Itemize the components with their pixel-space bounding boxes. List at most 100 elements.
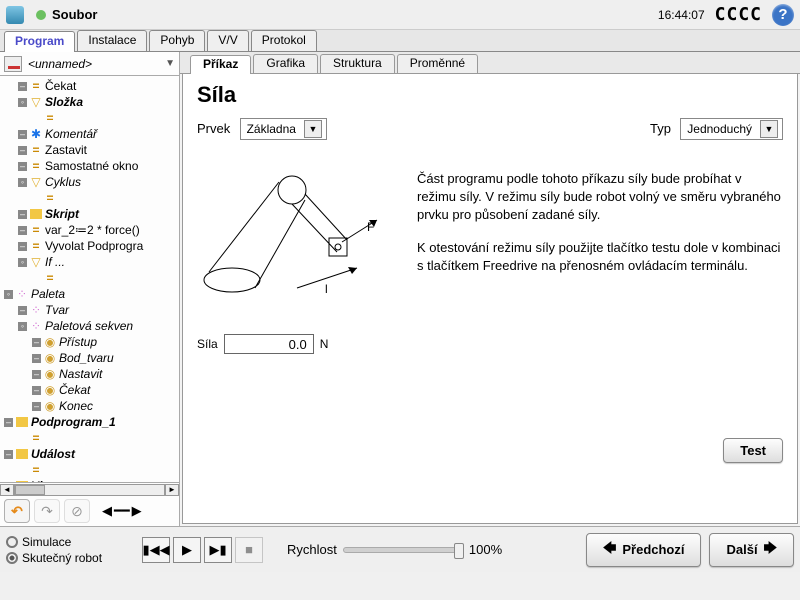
toggle-icon[interactable]: –	[18, 82, 27, 91]
scroll-left-icon[interactable]: ◄	[0, 484, 14, 496]
tree-node[interactable]: –Událost	[0, 446, 179, 462]
subtab-structure[interactable]: Struktura	[320, 54, 395, 73]
tree-node[interactable]: –=var_2≔2 * force()	[0, 222, 179, 238]
tab-protokol[interactable]: Protokol	[251, 30, 317, 51]
toggle-icon[interactable]: ◦	[4, 290, 13, 299]
tree-node[interactable]: ◦▽If ...	[0, 254, 179, 270]
force-input[interactable]	[224, 334, 314, 354]
tree-node[interactable]: –Podprogram_1	[0, 414, 179, 430]
toggle-icon[interactable]	[32, 274, 41, 283]
tab-instalace[interactable]: Instalace	[77, 30, 147, 51]
tree-node[interactable]: ◦▽Složka	[0, 94, 179, 110]
help-icon[interactable]: ?	[772, 4, 794, 26]
tree-node[interactable]: =	[0, 190, 179, 206]
tree-node[interactable]: –=Vyvolat Podprogra	[0, 238, 179, 254]
move-widget[interactable]: ◀ ━━ ▶	[102, 503, 142, 519]
scroll-right-icon[interactable]: ►	[165, 484, 179, 496]
radio-icon	[6, 552, 18, 564]
toggle-icon[interactable]: –	[18, 146, 27, 155]
feature-dropdown[interactable]: Základna ▼	[240, 118, 327, 140]
toggle-icon[interactable]: ◦	[18, 98, 27, 107]
slider-knob[interactable]	[454, 543, 464, 559]
speed-label: Rychlost	[287, 542, 337, 557]
tree-label: Čekat	[59, 383, 90, 397]
command-panel: Síla Prvek Základna ▼ Typ Jednoduchý ▼	[182, 74, 798, 524]
subtab-graphics[interactable]: Grafika	[253, 54, 318, 73]
toggle-icon[interactable]: –	[32, 370, 41, 379]
speed-slider[interactable]	[343, 547, 463, 553]
delete-button[interactable]: ⊘	[64, 499, 90, 523]
tab-io[interactable]: V/V	[207, 30, 248, 51]
next-button[interactable]: Další 🡆	[709, 533, 794, 567]
tree-node[interactable]: =	[0, 462, 179, 478]
tree-node[interactable]: =	[0, 110, 179, 126]
tree-label: Paletová sekven	[45, 319, 133, 333]
status-dot-icon	[36, 10, 46, 20]
toggle-icon[interactable]: –	[18, 226, 27, 235]
toggle-icon[interactable]: –	[4, 482, 13, 483]
scroll-thumb[interactable]	[15, 485, 45, 495]
tree-node[interactable]: –=Čekat	[0, 78, 179, 94]
tree-node[interactable]: –⁘Tvar	[0, 302, 179, 318]
scroll-track[interactable]	[14, 484, 165, 496]
type-dropdown[interactable]: Jednoduchý ▼	[680, 118, 783, 140]
subtab-variables[interactable]: Proměnné	[397, 54, 478, 73]
tree-node[interactable]: –◉Přístup	[0, 334, 179, 350]
tree-hscroll[interactable]: ◄ ►	[0, 482, 179, 496]
tree-node[interactable]: –◉Bod_tvaru	[0, 350, 179, 366]
tree-node[interactable]: –=Samostatné okno	[0, 158, 179, 174]
toggle-icon[interactable]	[32, 114, 41, 123]
toggle-icon[interactable]: –	[18, 130, 27, 139]
toggle-icon[interactable]: –	[18, 242, 27, 251]
toggle-icon[interactable]: ◦	[18, 322, 27, 331]
toggle-icon[interactable]: ◦	[18, 178, 27, 187]
toggle-icon[interactable]	[18, 466, 27, 475]
tree-node[interactable]: ◦⁘Paleta	[0, 286, 179, 302]
toggle-icon[interactable]	[18, 434, 27, 443]
prev-button[interactable]: 🡄 Předchozí	[586, 533, 702, 567]
tree-node[interactable]: –◉Čekat	[0, 382, 179, 398]
toggle-icon[interactable]: –	[4, 450, 13, 459]
toggle-icon[interactable]: –	[4, 418, 13, 427]
toggle-icon[interactable]: –	[32, 402, 41, 411]
tab-pohyb[interactable]: Pohyb	[149, 30, 205, 51]
tree-node[interactable]: –◉Nastavit	[0, 366, 179, 382]
tab-program[interactable]: Program	[4, 31, 75, 52]
play-button[interactable]: ▶	[173, 537, 201, 563]
tree-node[interactable]: –Skript	[0, 206, 179, 222]
arrow-right-icon[interactable]: ▶	[132, 503, 142, 519]
tree-node[interactable]: –◉Konec	[0, 398, 179, 414]
toggle-icon[interactable]: –	[18, 210, 27, 219]
stop-button[interactable]: ■	[235, 537, 263, 563]
toggle-icon[interactable]: –	[18, 306, 27, 315]
program-tree-panel: <unnamed> ▼ –=Čekat◦▽Složka=–✱Komentář–=…	[0, 52, 180, 526]
simulation-radio[interactable]: Simulace	[6, 535, 102, 549]
subtab-command[interactable]: Příkaz	[190, 55, 251, 74]
arrow-left-icon: 🡄	[603, 539, 616, 561]
tree-node[interactable]: –Vl…	[0, 478, 179, 482]
toggle-icon[interactable]: –	[18, 162, 27, 171]
toggle-icon[interactable]: –	[32, 338, 41, 347]
file-menu[interactable]: Soubor	[52, 7, 98, 22]
redo-button[interactable]: ↷	[34, 499, 60, 523]
tree-node[interactable]: –=Zastavit	[0, 142, 179, 158]
program-tree[interactable]: –=Čekat◦▽Složka=–✱Komentář–=Zastavit–=Sa…	[0, 76, 179, 482]
toggle-icon[interactable]: ◦	[18, 258, 27, 267]
rewind-button[interactable]: ▮◀◀	[142, 537, 170, 563]
tree-node[interactable]: ◦▽Cyklus	[0, 174, 179, 190]
test-button[interactable]: Test	[723, 438, 783, 463]
tree-node[interactable]: –✱Komentář	[0, 126, 179, 142]
undo-button[interactable]: ↶	[4, 499, 30, 523]
tree-node[interactable]: =	[0, 270, 179, 286]
toggle-icon[interactable]: –	[32, 386, 41, 395]
file-row[interactable]: <unnamed> ▼	[0, 52, 179, 76]
real-robot-radio[interactable]: Skutečný robot	[6, 551, 102, 565]
step-button[interactable]: ▶▮	[204, 537, 232, 563]
tree-node[interactable]: ◦⁘Paletová sekven	[0, 318, 179, 334]
toggle-icon[interactable]: –	[32, 354, 41, 363]
arrow-left-icon[interactable]: ◀	[102, 503, 112, 519]
diagram-label-l: l	[325, 282, 328, 296]
tree-node[interactable]: =	[0, 430, 179, 446]
file-dropdown-icon[interactable]: ▼	[165, 58, 175, 69]
toggle-icon[interactable]	[32, 194, 41, 203]
